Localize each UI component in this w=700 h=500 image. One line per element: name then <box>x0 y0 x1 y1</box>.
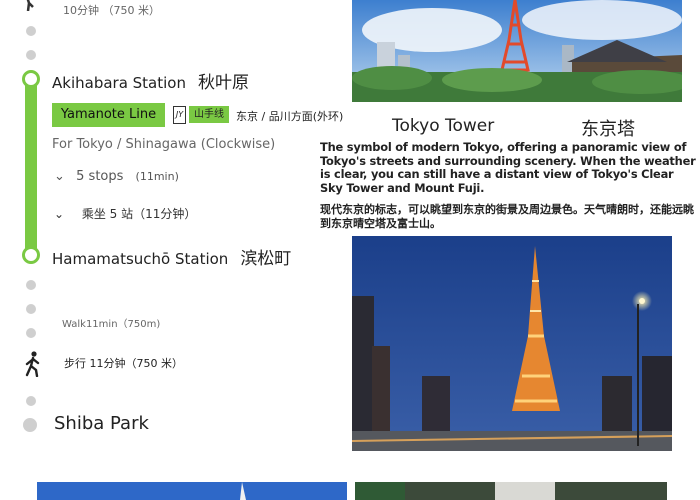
walk-time-cn: 步行 11分钟（750 米） <box>64 357 183 370</box>
stops-toggle-en[interactable]: ⌄ 5 stops (11min) <box>54 169 179 184</box>
bottom-photo-right <box>355 482 667 500</box>
walk-icon-top <box>24 0 38 12</box>
station-hamamatsucho[interactable]: Hamamatsuchō Station 滨松町 <box>52 244 291 269</box>
walk-time-en: Walk11min（750m) <box>62 319 161 330</box>
stops-time: (11min) <box>135 170 179 183</box>
station-akihabara[interactable]: Akihabara Station 秋叶原 <box>52 68 249 93</box>
station-name-en: Hamamatsuchō Station <box>52 250 229 268</box>
attraction-title-en: Tokyo Tower <box>392 116 495 136</box>
direction-en: For Tokyo / Shinagawa (Clockwise) <box>52 137 276 152</box>
jy-line-mark: JY <box>173 106 186 124</box>
chevron-down-icon: ⌄ <box>54 207 65 221</box>
station-name-cn: 秋叶原 <box>197 73 249 93</box>
station-ring <box>22 70 40 88</box>
tokyo-tower-day-photo <box>352 0 682 102</box>
stops-cn: 乘坐 5 站（11分钟） <box>81 207 197 221</box>
timeline-dot <box>26 396 36 406</box>
station-ring <box>22 246 40 264</box>
attraction-description-cn: 现代东京的标志，可以眺望到东京的街景及周边景色。天气晴朗时，还能远眺到东京晴空塔… <box>320 203 694 230</box>
timeline-dot <box>26 50 36 60</box>
timeline-dot <box>26 304 36 314</box>
chevron-down-icon: ⌄ <box>54 169 65 184</box>
bottom-photo-left <box>37 482 347 500</box>
walking-person-icon <box>24 351 42 381</box>
stops-toggle-cn[interactable]: ⌄ 乘坐 5 站（11分钟） <box>54 205 196 222</box>
timeline-dot <box>26 26 36 36</box>
line-badge[interactable]: Yamanote Line <box>52 103 165 127</box>
attraction-title-cn: 东京塔 <box>581 119 635 140</box>
line-segment-bar <box>25 78 37 254</box>
line-direction-cn: 东京 / 品川方面(外环) <box>236 110 344 123</box>
stops-count: 5 stops <box>76 169 124 184</box>
station-name-cn: 滨松町 <box>240 249 292 269</box>
timeline-dot <box>26 328 36 338</box>
destination-name[interactable]: Shiba Park <box>54 413 149 434</box>
timeline-dot <box>26 280 36 290</box>
walk-time-top: 10分钟 （750 米） <box>63 4 160 17</box>
line-badge-cn: 山手线 <box>189 106 229 123</box>
tokyo-tower-night-photo <box>352 236 672 451</box>
attraction-description-en: The symbol of modern Tokyo, offering a p… <box>320 140 696 195</box>
destination-ring <box>23 418 37 432</box>
station-name-en: Akihabara Station <box>52 74 186 92</box>
